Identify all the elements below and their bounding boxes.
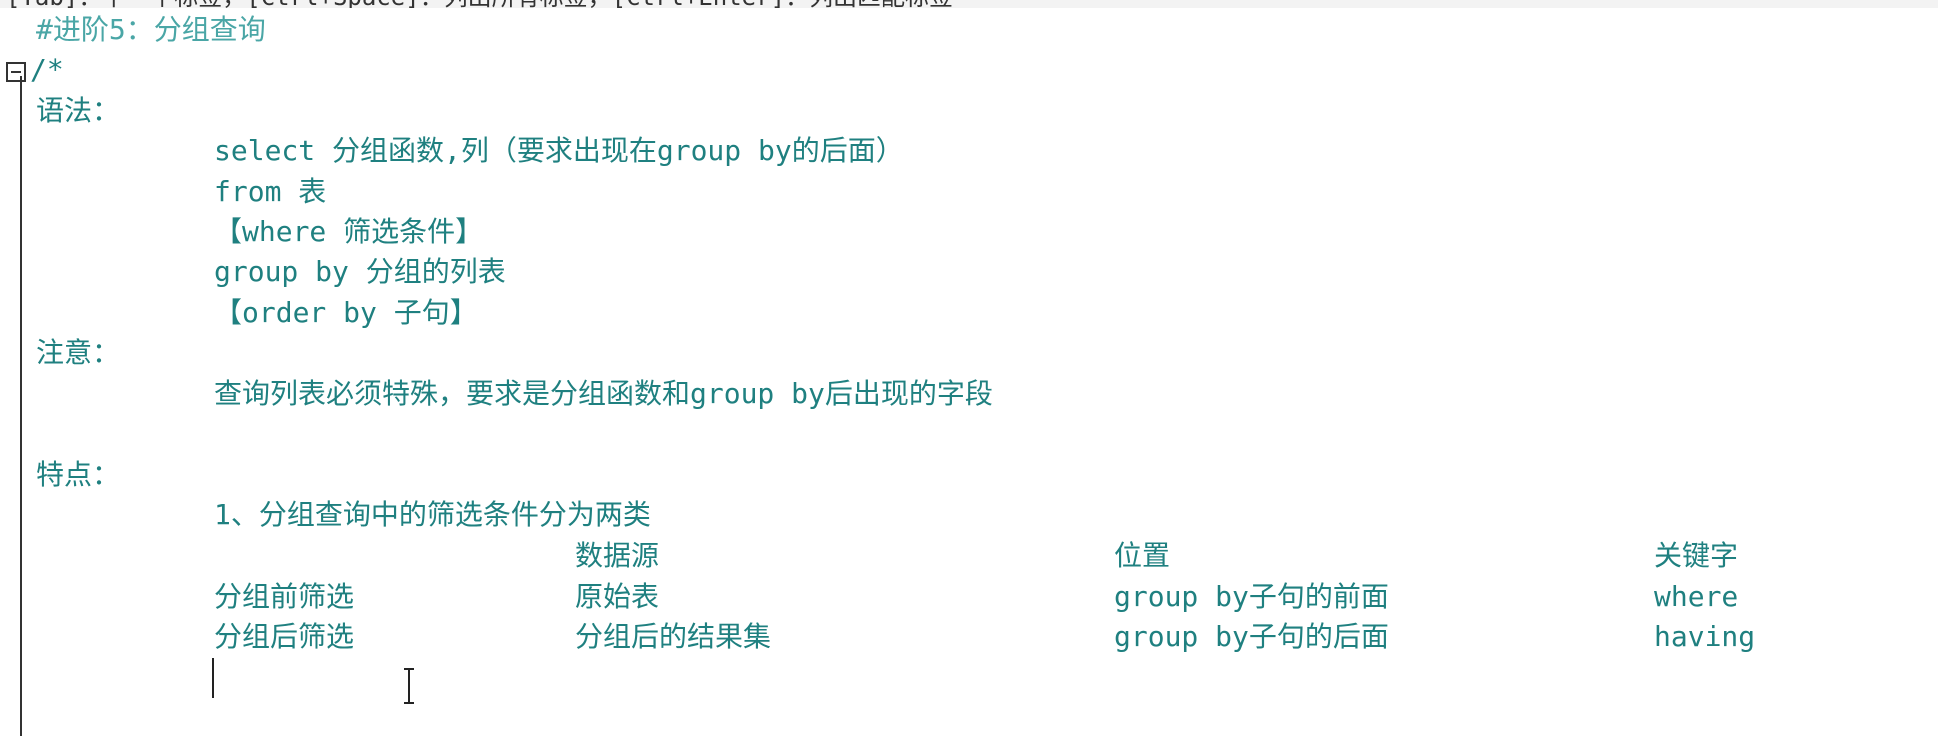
table-cell: having <box>1654 620 1756 653</box>
note-line: 查询列表必须特殊，要求是分组函数和group by后出现的字段 <box>214 377 993 410</box>
comment-open: /* <box>30 53 64 86</box>
table-cell: 分组后的结果集 <box>575 620 772 653</box>
header-keyword: 关键字 <box>1654 539 1739 572</box>
table-cell: 分组前筛选 <box>214 580 355 613</box>
feature-line: 1、分组查询中的筛选条件分为两类 <box>214 498 651 531</box>
syntax-line: 【order by 子句】 <box>214 296 478 329</box>
text-caret <box>212 658 214 698</box>
note-label: 注意： <box>36 336 121 369</box>
syntax-line: group by 分组的列表 <box>214 255 506 288</box>
title-line: #进阶5：分组查询 <box>36 13 266 46</box>
header-data-source: 数据源 <box>575 539 660 572</box>
table-cell: 分组后筛选 <box>214 620 355 653</box>
header-position: 位置 <box>1114 539 1171 572</box>
syntax-line: select 分组函数,列（要求出现在group by的后面） <box>214 134 904 167</box>
table-cell: group by子句的后面 <box>1114 620 1389 653</box>
table-cell: where <box>1654 580 1739 613</box>
syntax-line: 【where 筛选条件】 <box>214 215 484 248</box>
ibeam-cursor-icon <box>404 668 414 704</box>
fold-toggle-icon[interactable] <box>6 62 26 82</box>
syntax-label: 语法： <box>36 94 121 127</box>
fold-gutter-line <box>20 76 22 736</box>
syntax-line: from 表 <box>214 175 327 208</box>
features-label: 特点： <box>36 458 121 491</box>
table-cell: group by子句的前面 <box>1114 580 1389 613</box>
hint-bar: [Tab]：下一个标签，[Ctrl+Space]：列出所有标签，[Ctrl+En… <box>0 0 1938 8</box>
table-cell: 原始表 <box>575 580 660 613</box>
